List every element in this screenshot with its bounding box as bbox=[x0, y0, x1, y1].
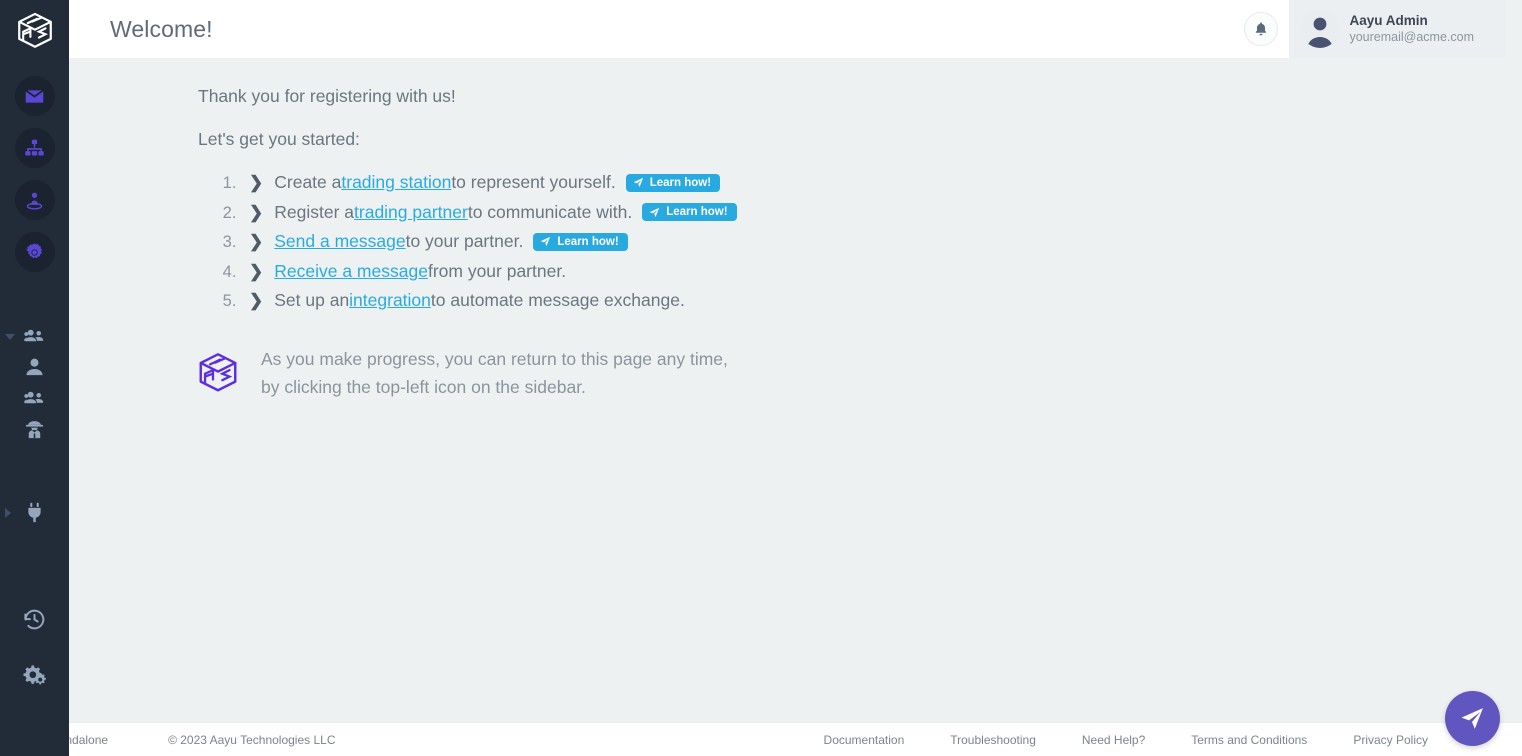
chevron-down-icon[interactable] bbox=[5, 333, 15, 340]
learn-how-button[interactable]: Learn how! bbox=[642, 203, 737, 221]
learn-how-label: Learn how! bbox=[666, 206, 728, 218]
main-content: Thank you for registering with us! Let's… bbox=[69, 58, 1522, 722]
step-suffix: to your partner. bbox=[405, 231, 524, 251]
step-suffix: from your partner. bbox=[427, 260, 567, 281]
sidebar-primary-nav bbox=[0, 70, 69, 690]
footer-link-documentation[interactable]: Documentation bbox=[824, 733, 905, 747]
list-item: ❯ Register a trading partner to communic… bbox=[241, 202, 1522, 223]
step-link-receive-a-message[interactable]: Receive a message bbox=[274, 261, 428, 282]
chevron-right-icon[interactable] bbox=[5, 507, 11, 518]
learn-how-button[interactable]: Learn how! bbox=[533, 232, 628, 251]
sidebar-item-user[interactable] bbox=[0, 352, 69, 383]
step-suffix: to represent yourself. bbox=[451, 172, 616, 192]
list-item: ❯ Send a message to your partner. Learn … bbox=[241, 231, 1522, 252]
user-email: youremail@acme.com bbox=[1349, 29, 1474, 44]
sidebar-group-users[interactable] bbox=[0, 321, 69, 352]
sidebar-item-roles[interactable] bbox=[0, 414, 69, 445]
sidebar-item-settings[interactable] bbox=[0, 659, 69, 690]
sidebar-item-trading-stations[interactable] bbox=[0, 122, 69, 174]
paper-plane-icon bbox=[633, 177, 644, 188]
sidebar bbox=[0, 0, 69, 756]
footer-link-privacy-policy[interactable]: Privacy Policy bbox=[1353, 733, 1428, 747]
sidebar-item-trading-partners[interactable] bbox=[0, 174, 69, 226]
intro-get-started: Let's get you started: bbox=[198, 129, 360, 149]
paper-plane-icon bbox=[540, 236, 551, 247]
gear-burst-icon bbox=[26, 242, 43, 258]
user-icon bbox=[26, 358, 43, 376]
progress-note-line-2: by clicking the top-left icon on the sid… bbox=[261, 377, 586, 398]
step-link-integration[interactable]: integration bbox=[349, 290, 431, 311]
step-link-trading-partner[interactable]: trading partner bbox=[354, 202, 468, 223]
sidebar-item-integrations[interactable] bbox=[0, 226, 69, 278]
user-circle-stage-icon bbox=[26, 192, 43, 210]
learn-how-label: Learn how! bbox=[649, 176, 712, 189]
learn-how-label: Learn how! bbox=[557, 235, 619, 248]
chevron-right-icon: ❯ bbox=[249, 202, 264, 222]
step-suffix: to automate message exchange. bbox=[430, 290, 685, 310]
plug-icon bbox=[28, 502, 41, 523]
chevron-right-icon: ❯ bbox=[249, 173, 264, 192]
step-prefix: Register a bbox=[274, 201, 355, 222]
history-icon bbox=[24, 609, 45, 630]
page-title: Welcome! bbox=[110, 15, 213, 42]
progress-note: As you make progress, you can return to … bbox=[195, 345, 1522, 402]
aayu-cube-logo-icon bbox=[17, 12, 52, 48]
step-prefix: Create a bbox=[274, 172, 342, 192]
avatar bbox=[1301, 10, 1340, 48]
footer-link-need-help[interactable]: Need Help? bbox=[1082, 733, 1145, 747]
sidebar-group-connections[interactable] bbox=[0, 497, 69, 528]
app-header: Welcome! Aayu Admin youremail@acme.com bbox=[69, 0, 1506, 58]
footer-links: Documentation Troubleshooting Need Help?… bbox=[824, 733, 1522, 747]
chevron-right-icon: ❯ bbox=[249, 291, 264, 310]
list-item: ❯ Create a trading station to represent … bbox=[241, 172, 1522, 193]
avatar-person-icon bbox=[1301, 10, 1340, 48]
users-icon bbox=[24, 329, 44, 342]
learn-how-button[interactable]: Learn how! bbox=[625, 173, 721, 192]
aayu-cube-logo-icon bbox=[199, 353, 237, 392]
chevron-right-icon: ❯ bbox=[249, 232, 264, 251]
step-link-send-a-message[interactable]: Send a message bbox=[274, 231, 405, 252]
paper-plane-icon bbox=[1461, 708, 1483, 729]
copyright: © 2023 Aayu Technologies LLC bbox=[168, 732, 336, 747]
user-name: Aayu Admin bbox=[1349, 12, 1428, 28]
notifications-button[interactable] bbox=[1244, 12, 1279, 46]
sidebar-item-messages[interactable] bbox=[0, 70, 69, 122]
step-prefix: Set up an bbox=[274, 290, 350, 310]
sidebar-item-history[interactable] bbox=[0, 604, 69, 635]
app-footer: 2.3.14-standalone © 2023 Aayu Technologi… bbox=[0, 722, 1522, 756]
progress-note-text: As you make progress, you can return to … bbox=[261, 345, 728, 402]
list-item: ❯ Set up an integration to automate mess… bbox=[241, 290, 1522, 311]
header-actions: Aayu Admin youremail@acme.com bbox=[1244, 0, 1506, 58]
sitemap-icon bbox=[25, 139, 44, 155]
progress-note-line-1: As you make progress, you can return to … bbox=[261, 349, 728, 369]
user-secret-icon bbox=[25, 421, 44, 439]
support-chat-button[interactable] bbox=[1445, 691, 1500, 746]
getting-started-steps: ❯ Create a trading station to represent … bbox=[69, 172, 1522, 311]
sidebar-brand-logo[interactable] bbox=[12, 8, 58, 54]
envelope-icon bbox=[25, 89, 44, 103]
step-link-trading-station[interactable]: trading station bbox=[341, 172, 451, 193]
sidebar-item-user-groups[interactable] bbox=[0, 383, 69, 414]
aayu-cube-logo-purple bbox=[195, 350, 241, 396]
user-menu[interactable]: Aayu Admin youremail@acme.com bbox=[1289, 0, 1506, 58]
step-suffix: to communicate with. bbox=[467, 201, 633, 222]
user-meta: Aayu Admin youremail@acme.com bbox=[1349, 13, 1474, 46]
footer-link-terms-and-conditions[interactable]: Terms and Conditions bbox=[1191, 733, 1307, 747]
bell-icon bbox=[1256, 22, 1267, 36]
intro-thank-you: Thank you for registering with us! bbox=[198, 86, 456, 106]
gears-icon bbox=[23, 665, 46, 685]
chevron-right-icon: ❯ bbox=[249, 261, 264, 281]
paper-plane-icon bbox=[649, 207, 660, 218]
footer-link-troubleshooting[interactable]: Troubleshooting bbox=[950, 733, 1036, 747]
users-icon bbox=[24, 391, 44, 404]
list-item: ❯ Receive a message from your partner. bbox=[241, 261, 1522, 282]
